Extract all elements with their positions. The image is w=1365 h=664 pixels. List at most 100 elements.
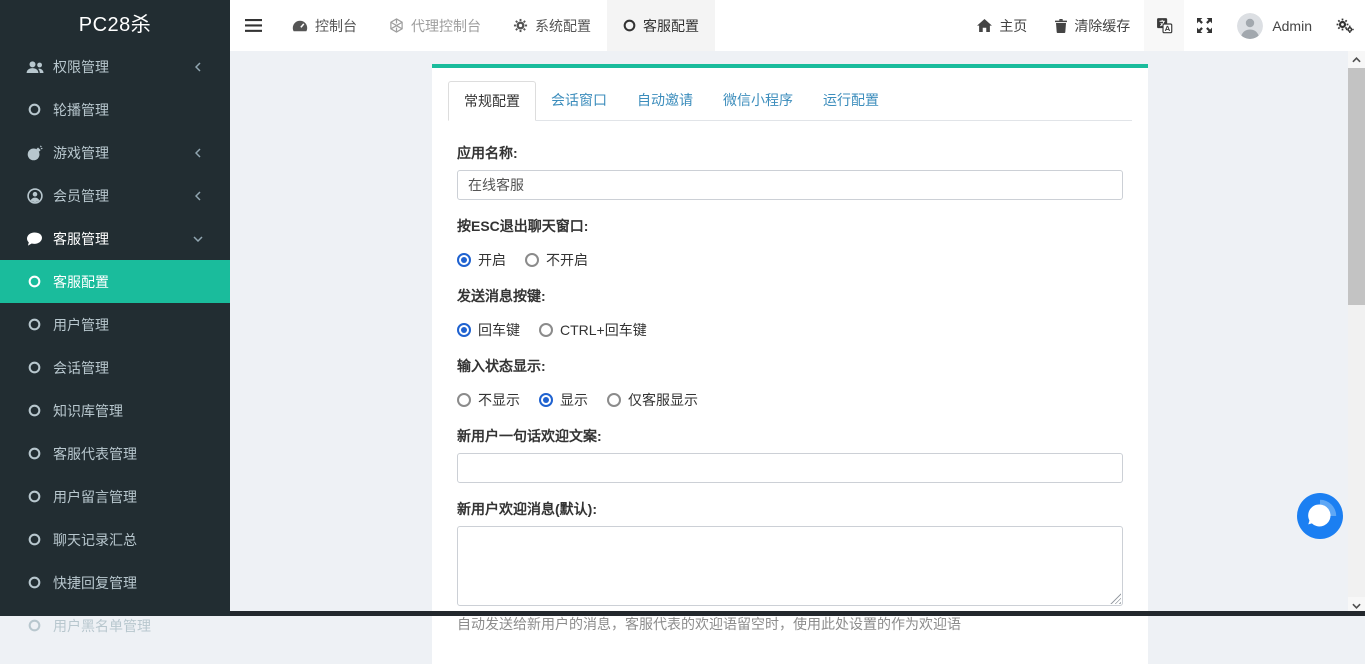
topnav-tab-service-config[interactable]: 客服配置: [607, 0, 715, 51]
bottom-dark-strip: [230, 611, 1365, 616]
sidebar-item-label: 会话管理: [53, 358, 216, 378]
circle-icon: [25, 488, 44, 505]
chat-widget-button[interactable]: [1297, 493, 1343, 539]
circle-icon: [623, 19, 636, 32]
circle-icon: [25, 101, 44, 118]
radio-icon[interactable]: [457, 323, 471, 337]
tab-session-window[interactable]: 会话窗口: [536, 81, 622, 121]
topnav-tab-dashboard[interactable]: 控制台: [276, 0, 373, 51]
sidebar-toggle-button[interactable]: [230, 0, 276, 51]
typing-status-label: 输入状态显示:: [457, 358, 1123, 374]
username: Admin: [1272, 18, 1312, 34]
sidebar-item-permission-management[interactable]: 权限管理: [0, 45, 230, 88]
chevron-down-icon: [188, 230, 207, 247]
settings-cogs-button[interactable]: [1325, 0, 1365, 51]
radio-option-ctrl-enter[interactable]: CTRL+回车键: [539, 320, 647, 340]
circle-icon: [25, 445, 44, 462]
tab-wechat-miniprogram[interactable]: 微信小程序: [708, 81, 808, 121]
radio-label: 不开启: [546, 250, 588, 270]
welcome-one-liner-group: 新用户一句话欢迎文案:: [457, 428, 1123, 483]
sidebar-item-label: 用户黑名单管理: [53, 616, 216, 636]
sidebar-item-service-management[interactable]: 客服管理: [0, 217, 230, 260]
topnav-right: 主页 清除缓存 Admin: [963, 0, 1365, 51]
sidebar-item-label: 快捷回复管理: [53, 573, 216, 593]
sidebar-item-label: 客服配置: [53, 272, 216, 292]
radio-icon[interactable]: [525, 253, 539, 267]
circle-icon: [25, 402, 44, 419]
radio-label: 显示: [560, 390, 588, 410]
sidebar-subitem-knowledge-base[interactable]: 知识库管理: [0, 389, 230, 432]
topnav-tab-agent-console[interactable]: 代理控制台: [373, 0, 497, 51]
home-link[interactable]: 主页: [963, 0, 1041, 51]
sidebar-subitem-agent-management[interactable]: 客服代表管理: [0, 432, 230, 475]
topnav-tab-label: 控制台: [315, 16, 357, 36]
app-logo[interactable]: PC28杀: [0, 0, 230, 45]
welcome-one-liner-label: 新用户一句话欢迎文案:: [457, 428, 1123, 444]
sidebar-item-carousel-management[interactable]: 轮播管理: [0, 88, 230, 131]
radio-icon[interactable]: [457, 253, 471, 267]
welcome-message-help-text: 自动发送给新用户的消息，客服代表的欢迎语留空时，使用此处设置的作为欢迎语: [457, 614, 1123, 634]
radio-icon[interactable]: [539, 393, 553, 407]
sidebar-subitem-user-blacklist[interactable]: 用户黑名单管理: [0, 604, 230, 647]
scrollbar-thumb[interactable]: [1348, 68, 1365, 305]
radio-option-enter[interactable]: 回车键: [457, 320, 520, 340]
top-navbar: 控制台 代理控制台 系统配置 客服配置 主页: [230, 0, 1365, 51]
sidebar-item-game-management[interactable]: 游戏管理: [0, 131, 230, 174]
sidebar-item-label: 知识库管理: [53, 401, 216, 421]
sidebar-item-label: 游戏管理: [53, 143, 188, 163]
sidebar-subitem-chat-records[interactable]: 聊天记录汇总: [0, 518, 230, 561]
users-icon: [25, 58, 44, 75]
sidebar-subitem-user-messages[interactable]: 用户留言管理: [0, 475, 230, 518]
sidebar-subitem-session-management[interactable]: 会话管理: [0, 346, 230, 389]
radio-icon[interactable]: [539, 323, 553, 337]
radio-option-agent-only[interactable]: 仅客服显示: [607, 390, 698, 410]
sidebar-subitem-quick-replies[interactable]: 快捷回复管理: [0, 561, 230, 604]
radio-option-show[interactable]: 显示: [539, 390, 588, 410]
esc-exit-options: 开启 不开启: [457, 250, 1123, 270]
translate-icon: [1156, 17, 1173, 34]
dashboard-icon: [292, 20, 308, 32]
circle-icon: [25, 617, 44, 634]
typing-status-group: 输入状态显示: 不显示 显示 仅客服显示: [457, 358, 1123, 410]
chat-bubble-icon: [1308, 504, 1330, 526]
radio-option-off[interactable]: 不开启: [525, 250, 588, 270]
home-icon: [977, 19, 992, 32]
welcome-one-liner-input[interactable]: [457, 453, 1123, 483]
radio-option-hide[interactable]: 不显示: [457, 390, 520, 410]
scrollbar-up-button[interactable]: [1348, 51, 1365, 68]
radio-icon[interactable]: [457, 393, 471, 407]
sidebar-item-label: 客服代表管理: [53, 444, 216, 464]
home-label: 主页: [999, 16, 1027, 36]
circle-icon: [25, 273, 44, 290]
gear-icon: [513, 18, 528, 33]
vertical-scrollbar[interactable]: [1348, 51, 1365, 616]
welcome-message-textarea[interactable]: [457, 526, 1123, 606]
app-name-label: 应用名称:: [457, 145, 1123, 161]
clear-cache-button[interactable]: 清除缓存: [1041, 0, 1144, 51]
radio-icon[interactable]: [607, 393, 621, 407]
sidebar-subitem-service-config[interactable]: 客服配置: [0, 260, 230, 303]
app-name-input[interactable]: [457, 170, 1123, 200]
sidebar-subitem-user-management[interactable]: 用户管理: [0, 303, 230, 346]
sidebar-menu: 权限管理 轮播管理 游戏管理 会员管理: [0, 45, 230, 647]
radio-option-on[interactable]: 开启: [457, 250, 506, 270]
sidebar-item-label: 用户留言管理: [53, 487, 216, 507]
general-config-form: 应用名称: 按ESC退出聊天窗口: 开启 不开启 发送消息按键:: [432, 121, 1148, 634]
topnav-tab-system-config[interactable]: 系统配置: [497, 0, 607, 51]
fullscreen-button[interactable]: [1184, 0, 1224, 51]
welcome-message-label: 新用户欢迎消息(默认):: [457, 501, 1123, 517]
sidebar-item-member-management[interactable]: 会员管理: [0, 174, 230, 217]
translate-button[interactable]: [1144, 0, 1184, 51]
user-menu[interactable]: Admin: [1224, 0, 1325, 51]
service-config-card: 常规配置 会话窗口 自动邀请 微信小程序 运行配置 应用名称: 按ESC退出聊天…: [432, 64, 1148, 664]
topnav-tab-label: 客服配置: [643, 16, 699, 36]
sidebar-item-label: 权限管理: [53, 57, 188, 77]
tab-general-config[interactable]: 常规配置: [448, 81, 536, 121]
main-content: 常规配置 会话窗口 自动邀请 微信小程序 运行配置 应用名称: 按ESC退出聊天…: [230, 51, 1365, 616]
trash-icon: [1055, 19, 1067, 33]
tab-auto-invite[interactable]: 自动邀请: [622, 81, 708, 121]
radio-label: 开启: [478, 250, 506, 270]
sidebar: PC28杀 权限管理 轮播管理 游戏管理: [0, 0, 230, 616]
send-key-options: 回车键 CTRL+回车键: [457, 320, 1123, 340]
tab-runtime-config[interactable]: 运行配置: [808, 81, 894, 121]
